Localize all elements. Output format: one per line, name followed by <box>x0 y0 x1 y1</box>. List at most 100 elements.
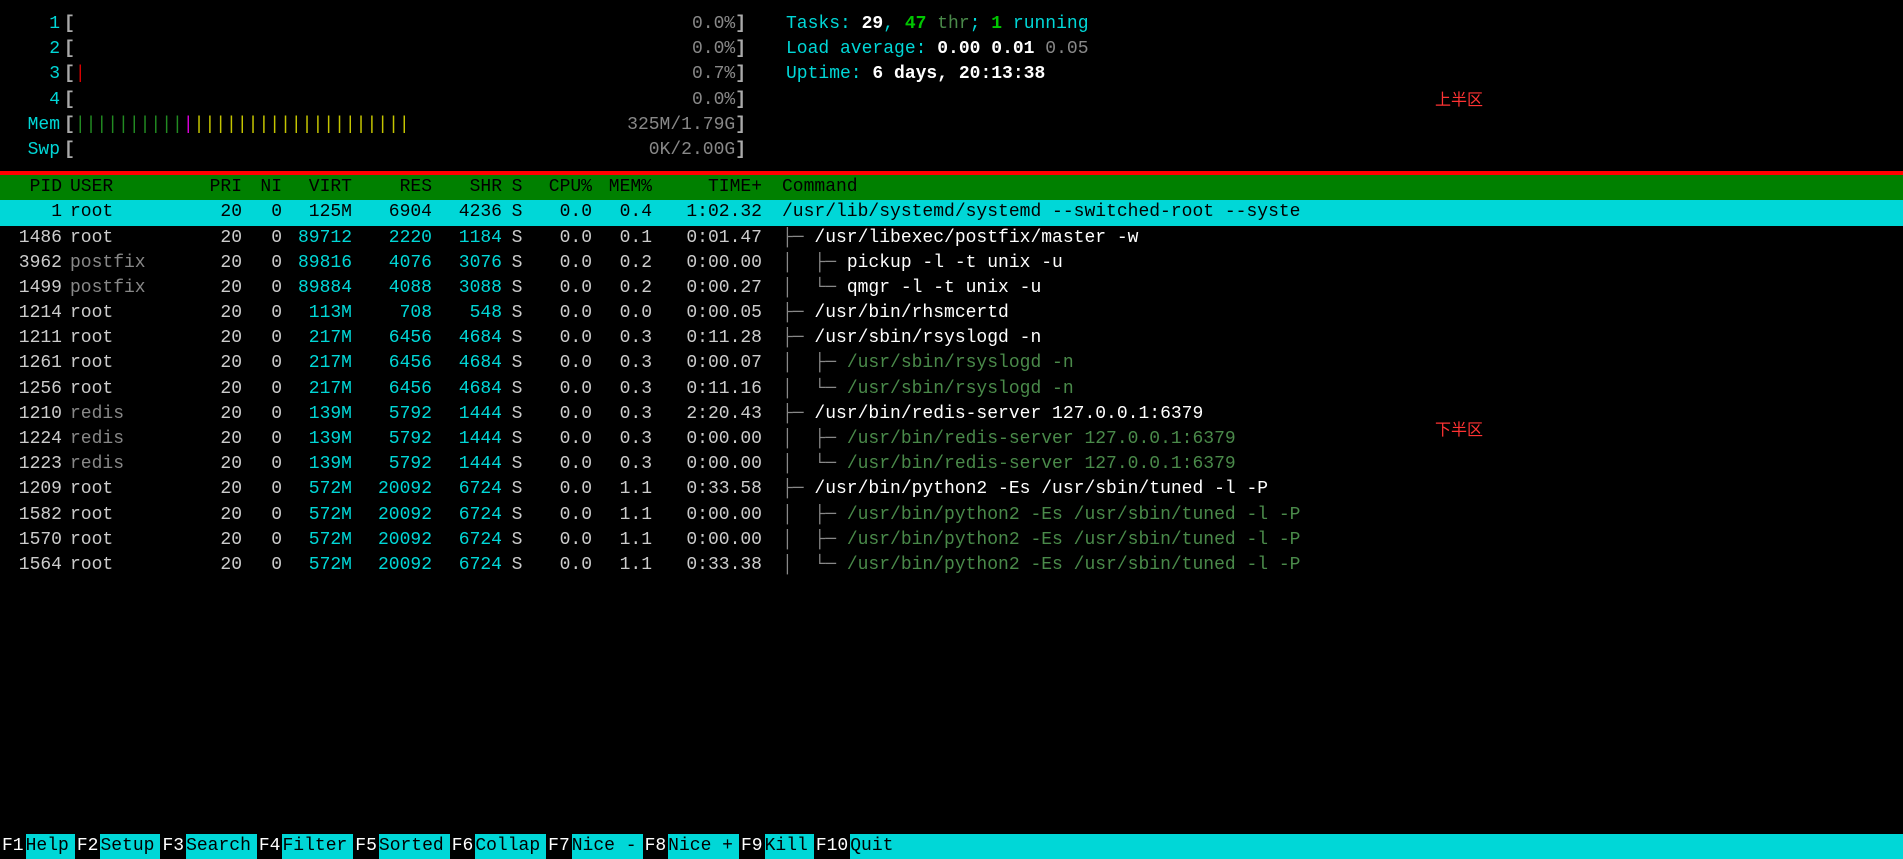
cell-shr: 6724 <box>432 477 502 502</box>
cell-shr: 4684 <box>432 326 502 351</box>
cell-user: root <box>62 226 192 251</box>
table-row[interactable]: 1223redis200139M57921444S0.00.30:00.00│ … <box>0 452 1903 477</box>
cell-command: │ ├─ pickup -l -t unix -u <box>762 251 1903 276</box>
col-res[interactable]: RES <box>352 175 432 200</box>
fkey-label-f5[interactable]: Sorted <box>379 834 450 859</box>
fkey-label-f7[interactable]: Nice - <box>572 834 643 859</box>
cell-mem: 1.1 <box>592 503 652 528</box>
fkey-label-f1[interactable]: Help <box>26 834 75 859</box>
table-row[interactable]: 1210redis200139M57921444S0.00.32:20.43├─… <box>0 402 1903 427</box>
cell-cpu: 0.0 <box>532 477 592 502</box>
fkey-f10[interactable]: F10 <box>814 834 850 859</box>
cell-state: S <box>502 351 532 376</box>
col-s[interactable]: S <box>502 175 532 200</box>
col-ni[interactable]: NI <box>242 175 282 200</box>
region-label-bottom: 下半区 <box>1435 420 1483 442</box>
fkey-f7[interactable]: F7 <box>546 834 572 859</box>
table-row[interactable]: 1261root200217M64564684S0.00.30:00.07│ ├… <box>0 351 1903 376</box>
meter-value: 0.0% <box>405 12 735 37</box>
function-key-bar: F1Help F2Setup F3SearchF4FilterF5SortedF… <box>0 834 1903 859</box>
col-pid[interactable]: PID <box>2 175 62 200</box>
fkey-label-f2[interactable]: Setup <box>100 834 160 859</box>
fkey-f5[interactable]: F5 <box>353 834 379 859</box>
fkey-f3[interactable]: F3 <box>160 834 186 859</box>
cell-virt: 572M <box>282 503 352 528</box>
fkey-label-f9[interactable]: Kill <box>765 834 814 859</box>
cell-mem: 0.1 <box>592 226 652 251</box>
table-row[interactable]: 1214root200113M708548S0.00.00:00.05├─ /u… <box>0 301 1903 326</box>
fkey-f1[interactable]: F1 <box>0 834 26 859</box>
table-row[interactable]: 1224redis200139M57921444S0.00.30:00.00│ … <box>0 427 1903 452</box>
meter-label: 2 <box>16 37 64 62</box>
cell-res: 708 <box>352 301 432 326</box>
cell-res: 20092 <box>352 477 432 502</box>
table-row[interactable]: 1486root2008971222201184S0.00.10:01.47├─… <box>0 226 1903 251</box>
col-shr[interactable]: SHR <box>432 175 502 200</box>
fkey-f9[interactable]: F9 <box>739 834 765 859</box>
cell-state: S <box>502 226 532 251</box>
cell-mem: 0.0 <box>592 301 652 326</box>
cell-res: 2220 <box>352 226 432 251</box>
cell-pri: 20 <box>192 528 242 553</box>
cell-mem: 0.3 <box>592 377 652 402</box>
fkey-f6[interactable]: F6 <box>450 834 476 859</box>
fkey-label-f8[interactable]: Nice + <box>668 834 739 859</box>
cell-pid: 3962 <box>2 251 62 276</box>
fkey-label-f10[interactable]: Quit <box>850 834 899 859</box>
table-row[interactable]: 1256root200217M64564684S0.00.30:11.16│ └… <box>0 377 1903 402</box>
cell-pid: 1209 <box>2 477 62 502</box>
fkey-f2[interactable]: F2 <box>75 834 101 859</box>
fkey-label-f3[interactable]: Search <box>186 834 257 859</box>
cell-ni: 0 <box>242 553 282 578</box>
table-header[interactable]: PID USER PRI NI VIRT RES SHR S CPU% MEM%… <box>0 175 1903 200</box>
cell-shr: 3076 <box>432 251 502 276</box>
swap-meter: Swp[0K/2.00G] <box>16 138 746 163</box>
cell-virt: 572M <box>282 528 352 553</box>
cell-state: S <box>502 452 532 477</box>
cell-pri: 20 <box>192 503 242 528</box>
table-row[interactable]: 1root200125M69044236S0.00.41:02.32/usr/l… <box>0 200 1903 225</box>
cpu-meter-4: 4[0.0%] <box>16 88 746 113</box>
cell-cpu: 0.0 <box>532 528 592 553</box>
cell-pri: 20 <box>192 427 242 452</box>
table-row[interactable]: 1570root200572M200926724S0.01.10:00.00│ … <box>0 528 1903 553</box>
cell-res: 6904 <box>352 200 432 225</box>
fkey-f8[interactable]: F8 <box>643 834 669 859</box>
mem-value: 325M/1.79G <box>405 113 735 138</box>
fkey-f4[interactable]: F4 <box>257 834 283 859</box>
table-row[interactable]: 1209root200572M200926724S0.01.10:33.58├─… <box>0 477 1903 502</box>
meter-bar: | <box>75 62 405 87</box>
cell-user: postfix <box>62 276 192 301</box>
cell-user: root <box>62 301 192 326</box>
cell-state: S <box>502 528 532 553</box>
cell-mem: 1.1 <box>592 477 652 502</box>
cell-pid: 1564 <box>2 553 62 578</box>
col-mem[interactable]: MEM% <box>592 175 652 200</box>
cell-pid: 1224 <box>2 427 62 452</box>
fkey-label-f6[interactable]: Collap <box>475 834 546 859</box>
cell-virt: 125M <box>282 200 352 225</box>
table-row[interactable]: 1564root200572M200926724S0.01.10:33.38│ … <box>0 553 1903 578</box>
cell-ni: 0 <box>242 276 282 301</box>
table-row[interactable]: 3962postfix2008981640763076S0.00.20:00.0… <box>0 251 1903 276</box>
col-cmd[interactable]: Command <box>762 175 1903 200</box>
cell-cpu: 0.0 <box>532 452 592 477</box>
table-row[interactable]: 1582root200572M200926724S0.01.10:00.00│ … <box>0 503 1903 528</box>
col-cpu[interactable]: CPU% <box>532 175 592 200</box>
col-time[interactable]: TIME+ <box>652 175 762 200</box>
cell-ni: 0 <box>242 477 282 502</box>
cell-command: │ ├─ /usr/sbin/rsyslogd -n <box>762 351 1903 376</box>
col-virt[interactable]: VIRT <box>282 175 352 200</box>
table-row[interactable]: 1211root200217M64564684S0.00.30:11.28├─ … <box>0 326 1903 351</box>
cell-mem: 1.1 <box>592 528 652 553</box>
col-pri[interactable]: PRI <box>192 175 242 200</box>
cell-res: 20092 <box>352 553 432 578</box>
cell-virt: 572M <box>282 553 352 578</box>
col-user[interactable]: USER <box>62 175 192 200</box>
fkey-label-f4[interactable]: Filter <box>282 834 353 859</box>
cell-cpu: 0.0 <box>532 402 592 427</box>
table-row[interactable]: 1499postfix2008988440883088S0.00.20:00.2… <box>0 276 1903 301</box>
cell-cpu: 0.0 <box>532 226 592 251</box>
process-table[interactable]: PID USER PRI NI VIRT RES SHR S CPU% MEM%… <box>0 175 1903 578</box>
cell-virt: 139M <box>282 427 352 452</box>
